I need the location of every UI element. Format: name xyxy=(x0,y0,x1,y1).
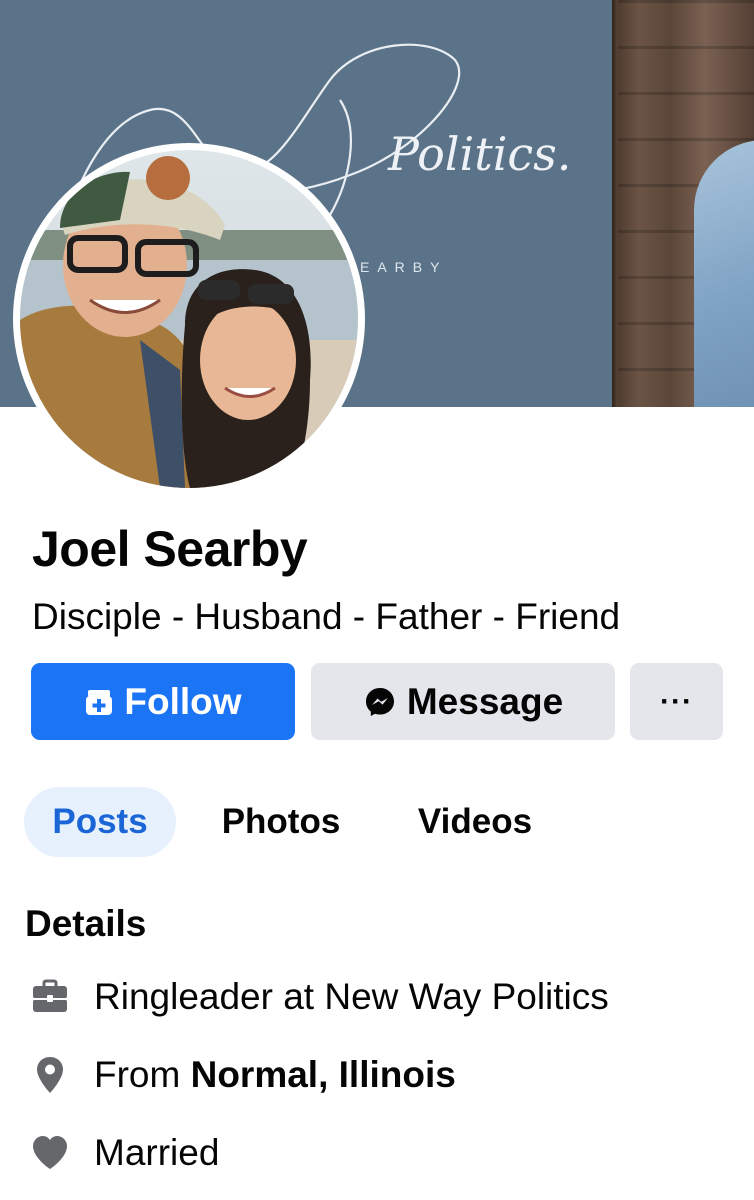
detail-hometown-prefix: From xyxy=(94,1054,191,1095)
tab-photos[interactable]: Photos xyxy=(190,787,372,857)
profile-avatar[interactable] xyxy=(13,143,365,495)
cover-brand-text: Politics. xyxy=(387,127,571,181)
detail-hometown-place: Normal, Illinois xyxy=(190,1054,456,1095)
tab-videos[interactable]: Videos xyxy=(388,787,562,857)
more-options-icon: ··· xyxy=(660,684,693,718)
detail-item-relationship: Married xyxy=(28,1131,219,1175)
follow-icon xyxy=(84,687,114,717)
cover-subtitle: EARBY xyxy=(360,259,448,275)
profile-name: Joel Searby xyxy=(32,521,308,577)
message-button[interactable]: Message xyxy=(311,663,615,740)
detail-item-hometown: From Normal, Illinois xyxy=(28,1053,456,1097)
details-heading: Details xyxy=(25,903,147,944)
profile-photo-image xyxy=(20,150,358,488)
detail-work-text: Ringleader at New Way Politics xyxy=(94,976,609,1017)
detail-relationship-text: Married xyxy=(94,1132,220,1173)
follow-label: Follow xyxy=(124,680,242,722)
location-pin-icon xyxy=(28,1053,72,1097)
more-options-button[interactable]: ··· xyxy=(630,663,723,740)
briefcase-icon xyxy=(28,975,72,1019)
tab-posts[interactable]: Posts xyxy=(24,787,176,857)
heart-icon xyxy=(28,1131,72,1175)
follow-button[interactable]: Follow xyxy=(31,663,295,740)
detail-item-work: Ringleader at New Way Politics xyxy=(28,975,609,1019)
profile-bio: Disciple - Husband - Father - Friend xyxy=(32,596,621,637)
message-label: Message xyxy=(406,680,564,722)
cover-person-shirt xyxy=(694,140,754,407)
messenger-icon xyxy=(363,685,397,719)
